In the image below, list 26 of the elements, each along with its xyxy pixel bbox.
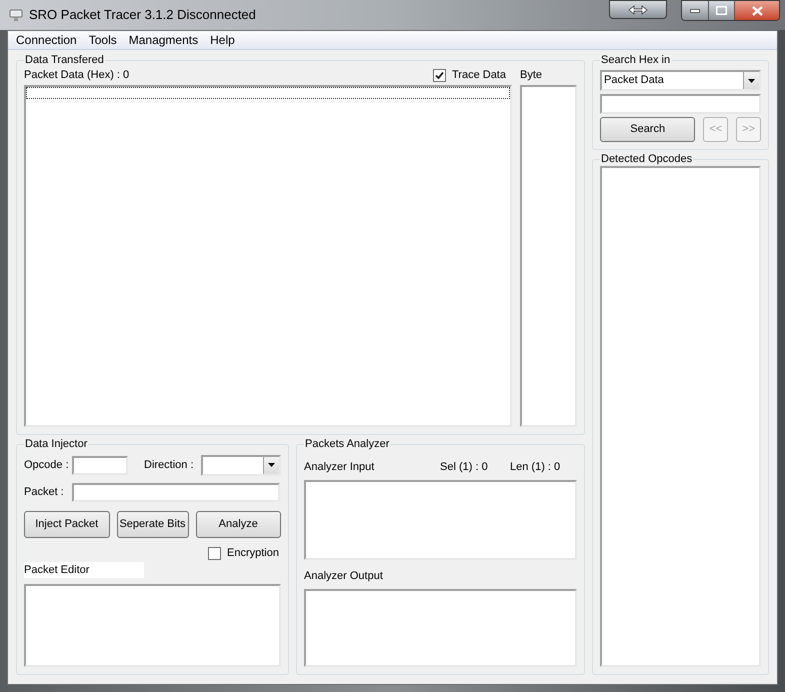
menu-item[interactable]: Tools xyxy=(82,31,123,49)
sel-label: Sel (1) : 0 xyxy=(440,460,489,475)
packet-label: Packet : xyxy=(24,484,65,500)
analyzer-input-label: Analyzer Input xyxy=(304,460,376,475)
menu-item[interactable]: Connection xyxy=(10,31,83,49)
menu-item[interactable]: Managments xyxy=(122,31,204,49)
opcode-label: Opcode : xyxy=(24,458,70,473)
group-title: Detected Opcodes xyxy=(600,152,694,166)
checkbox-label: Encryption xyxy=(227,546,279,561)
group-title: Packets Analyzer xyxy=(304,437,390,451)
window-title: SRO Packet Tracer 3.1.2 Disconnected xyxy=(29,6,256,24)
search-button[interactable]: Search xyxy=(600,117,696,142)
injector-button[interactable]: Inject Packet xyxy=(24,511,110,538)
checkbox-label: Trace Data xyxy=(452,68,506,83)
analyzer-output-label: Analyzer Output xyxy=(304,569,384,584)
search-dropdown[interactable]: Packet Data xyxy=(600,70,761,91)
packet-editor-label: Packet Editor xyxy=(24,562,144,578)
len-label: Len (1) : 0 xyxy=(510,460,560,475)
injector-button[interactable]: Analyze xyxy=(196,511,281,538)
injector-button[interactable]: Seperate Bits xyxy=(116,511,188,538)
dropdown-value: Packet Data xyxy=(603,73,665,88)
direction-label: Direction : xyxy=(144,458,195,473)
group-title: Data Injector xyxy=(24,437,88,451)
byte-label: Byte xyxy=(520,68,544,83)
packet-data-label: Packet Data (Hex) : 0 xyxy=(24,68,130,83)
menu-item[interactable]: Help xyxy=(204,31,241,49)
